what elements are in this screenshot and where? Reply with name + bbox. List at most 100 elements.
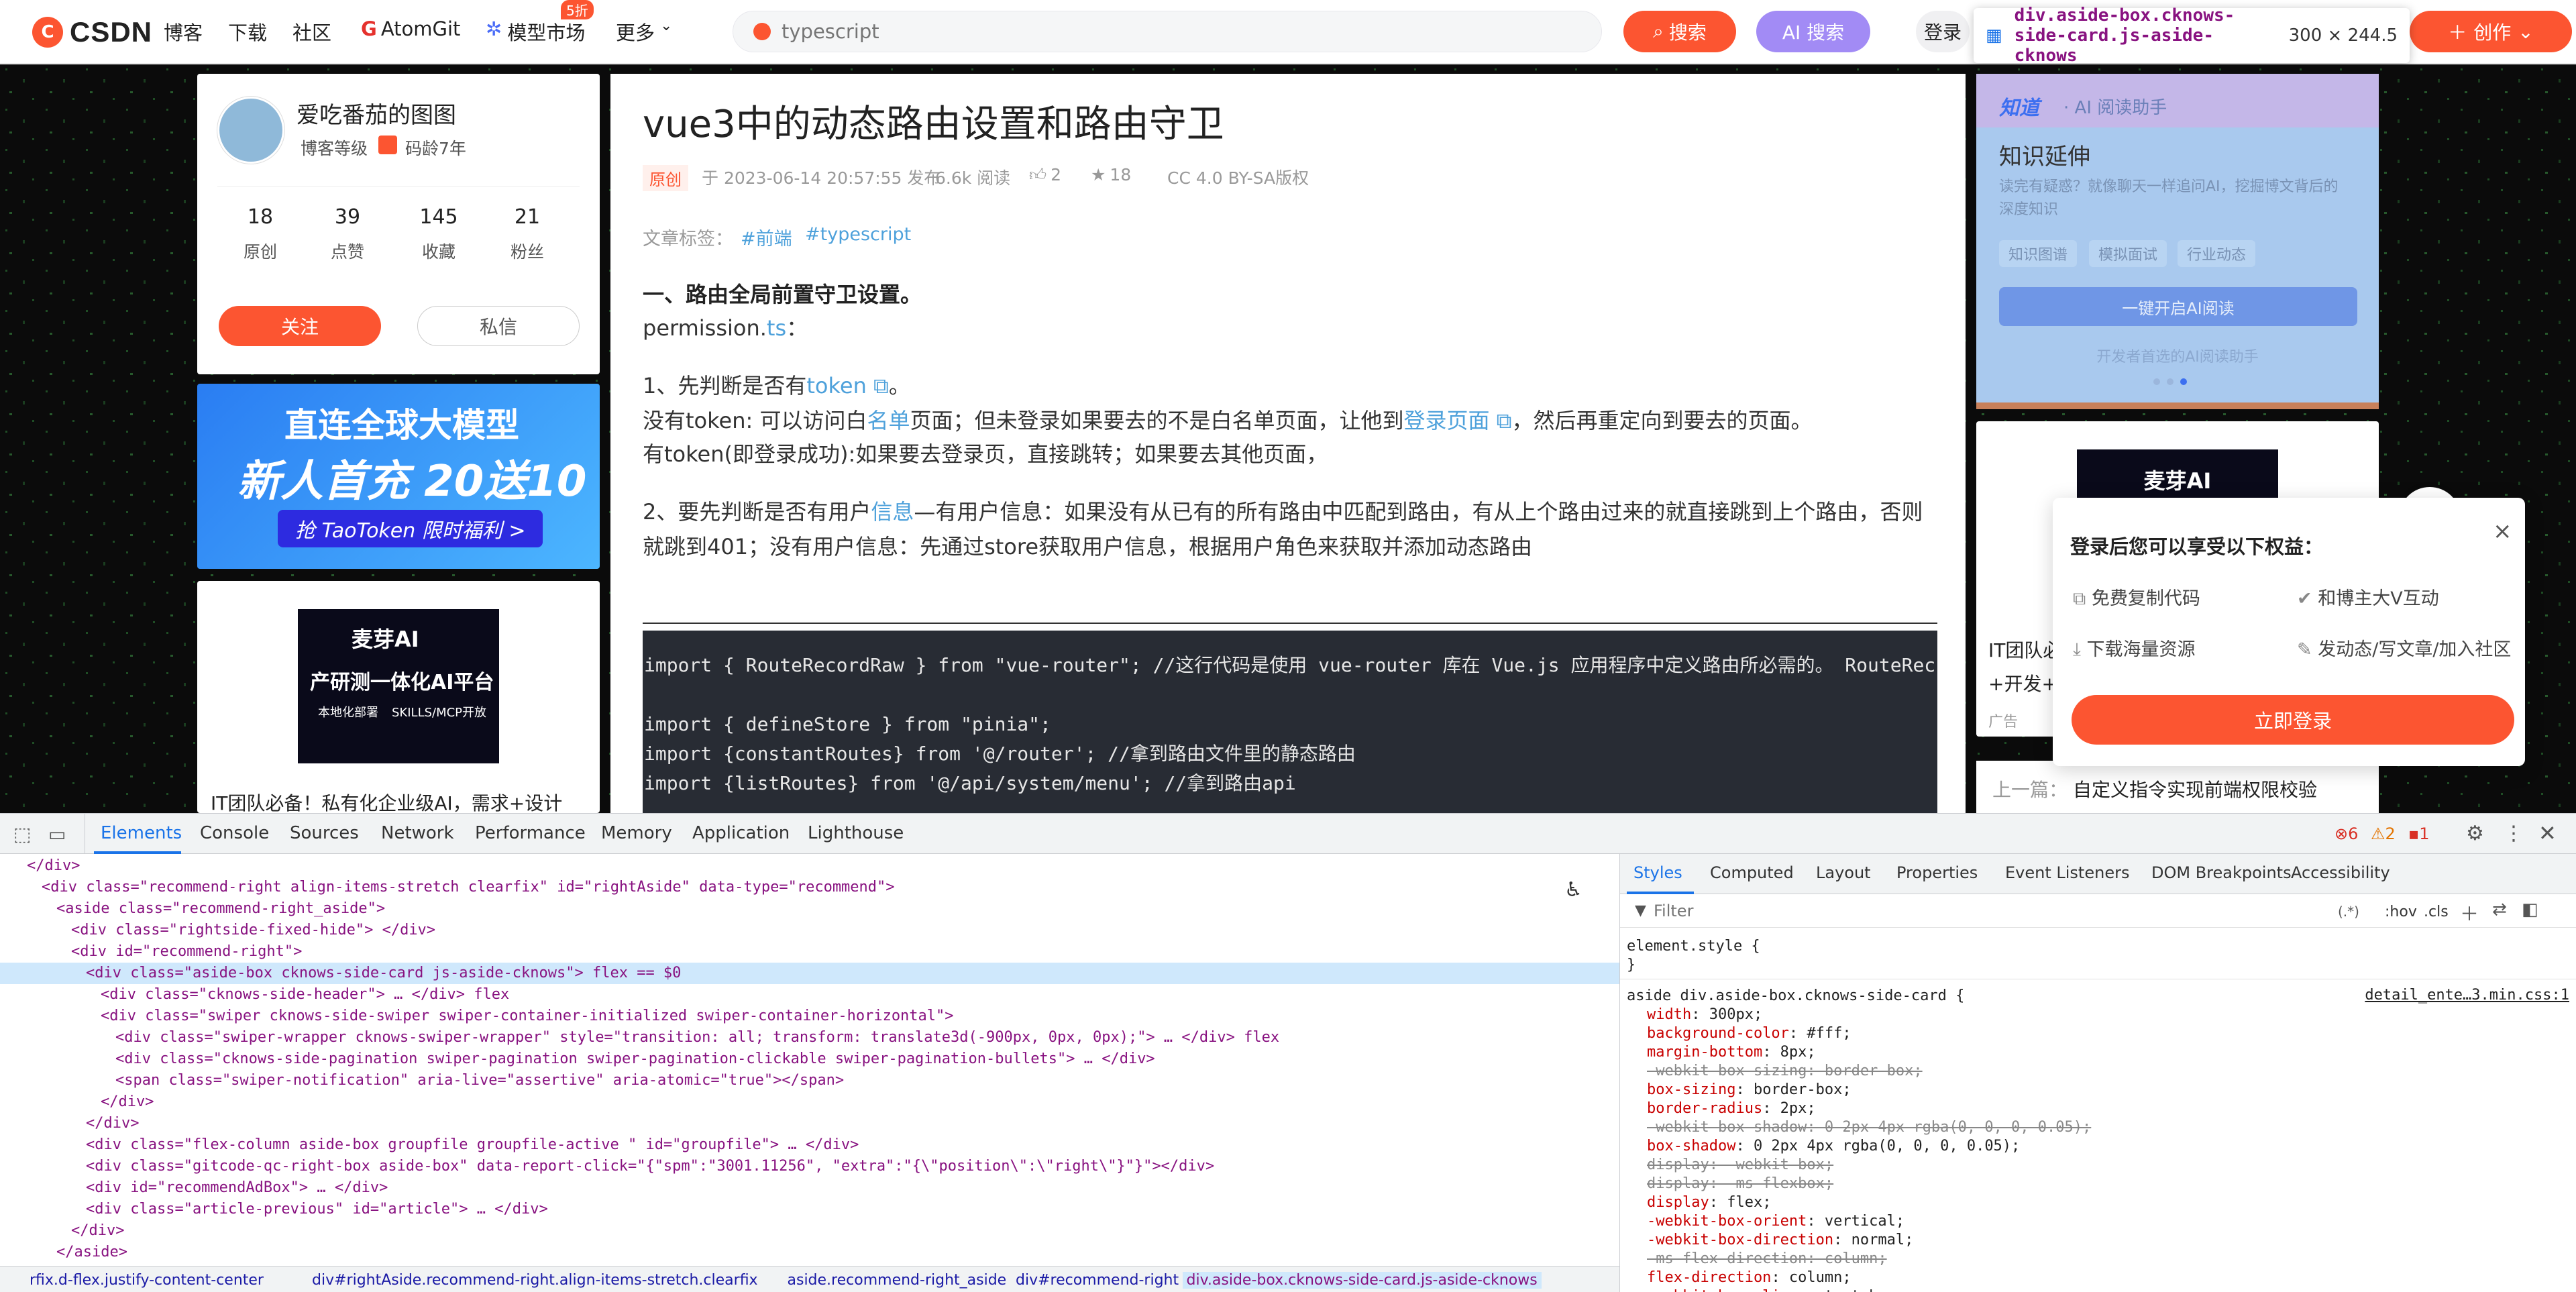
more-options-icon[interactable]: ⋮ — [2504, 822, 2524, 845]
file-ext-link[interactable]: ts — [767, 315, 786, 341]
dom-tree[interactable]: </div> <div class="recommend-right align-… — [0, 854, 1619, 1266]
search-input[interactable] — [782, 20, 1519, 43]
nav-community[interactable]: 社区 — [292, 17, 331, 46]
css-property[interactable]: -webkit-box-direction: normal; — [1647, 1231, 1913, 1250]
tab-dom-breakpoints[interactable]: DOM Breakpoints — [2151, 863, 2292, 882]
login-button[interactable]: 登录 — [1916, 11, 1970, 52]
error-count[interactable]: ⊗6 — [2334, 824, 2358, 843]
css-property[interactable]: background-color: #fff; — [1647, 1024, 1851, 1043]
whitelist-link[interactable]: 名单 — [867, 408, 910, 433]
css-property[interactable]: border-radius: 2px; — [1647, 1099, 1816, 1118]
dom-node[interactable]: </div> — [0, 1113, 139, 1134]
login-page-link[interactable]: 登录页面 — [1403, 408, 1489, 433]
zhidao-chip-graph[interactable]: 知识图谱 — [1999, 240, 2078, 267]
css-property[interactable]: flex-direction: column; — [1647, 1269, 1851, 1287]
prev-article-title[interactable]: 自定义指令实现前端权限校验 — [2073, 775, 2317, 802]
sidebar-toggle-icon[interactable]: ◧ — [2522, 900, 2538, 920]
code-block[interactable]: import { RouteRecordRaw } from "vue-rout… — [643, 631, 1937, 813]
message-button[interactable]: 私信 — [417, 306, 580, 346]
pagination-dot-active[interactable] — [2180, 378, 2187, 385]
tab-lighthouse[interactable]: Lighthouse — [808, 823, 904, 843]
css-property[interactable]: -webkit-box-sizing: border-box; — [1647, 1062, 1923, 1081]
dom-node[interactable]: <div class="cknows-side-pagination swipe… — [0, 1048, 1155, 1070]
dom-node[interactable]: <div id="recommendAdBox"> … </div> — [0, 1177, 388, 1199]
dom-node[interactable]: </div> — [0, 855, 80, 877]
dom-node[interactable]: <div class="gitcode-qc-right-box aside-b… — [0, 1156, 1214, 1177]
hov-toggle[interactable]: :hov — [2385, 904, 2417, 920]
nav-download[interactable]: 下载 — [228, 17, 267, 46]
tag-typescript[interactable]: #typescript — [805, 224, 911, 245]
breadcrumb-item[interactable]: aside.recommend-right_aside — [788, 1272, 1007, 1289]
css-property[interactable]: display: flex; — [1647, 1193, 1771, 1212]
breadcrumb-item[interactable]: div.aside-box.cknows-side-card.js-aside-… — [1182, 1272, 1542, 1289]
dom-node[interactable]: <div class="swiper cknows-side-swiper sw… — [0, 1006, 954, 1027]
info-count[interactable]: ▪1 — [2408, 824, 2430, 843]
toggle-computed-icon[interactable]: ⇄ — [2492, 900, 2507, 920]
element-style-rule[interactable]: element.style { — [1627, 937, 1760, 956]
close-icon[interactable]: × — [2493, 518, 2512, 545]
prev-article[interactable]: 上一篇： 自定义指令实现前端权限校验 — [1976, 761, 2379, 813]
dom-node[interactable]: <div id="recommend-right"> — [0, 941, 302, 963]
like-count[interactable]: 👍︎ 2 — [1029, 165, 1061, 185]
dom-node[interactable]: <div class="swiper-wrapper cknows-swiper… — [0, 1027, 1279, 1048]
close-devtools-icon[interactable]: ✕ — [2538, 820, 2557, 846]
dom-node[interactable]: </div> — [0, 1091, 154, 1113]
login-now-button[interactable]: 立即登录 — [2072, 695, 2514, 745]
styles-filter-input[interactable] — [1654, 900, 2056, 922]
rule-source-link[interactable]: detail_ente…3.min.css:1 — [2365, 987, 2569, 1004]
tab-layout[interactable]: Layout — [1816, 863, 1871, 882]
tag-frontend[interactable]: #前端 — [741, 224, 792, 250]
search-box[interactable] — [733, 11, 1602, 52]
css-property[interactable]: box-shadow: 0 2px 4px rgba(0, 0, 0, 0.05… — [1647, 1137, 2020, 1156]
css-property[interactable]: margin-bottom: 8px; — [1647, 1043, 1816, 1062]
dom-node[interactable]: <aside class="recommend-right_aside"> — [0, 898, 385, 920]
tab-console[interactable]: Console — [200, 823, 269, 843]
pagination-dot[interactable] — [2167, 378, 2174, 385]
cls-toggle[interactable]: .cls — [2424, 904, 2449, 920]
css-property[interactable]: -ms-flex-direction: column; — [1647, 1250, 1887, 1269]
inspect-element-icon[interactable]: ⬚ — [13, 823, 31, 845]
dom-node[interactable]: <div class="cknows-side-header"> … </div… — [0, 984, 509, 1006]
tab-event-listeners[interactable]: Event Listeners — [2005, 863, 2129, 882]
accessibility-icon[interactable]: ♿︎ — [1564, 878, 1582, 902]
license[interactable]: CC 4.0 BY-SA版权 — [1167, 165, 1309, 189]
css-property[interactable]: display: -ms-flexbox; — [1647, 1175, 1833, 1193]
regex-icon[interactable]: (.*) — [2338, 904, 2359, 920]
tab-styles[interactable]: Styles — [1633, 863, 1682, 882]
dom-node[interactable]: <span class="swiper-notification" aria-l… — [0, 1070, 844, 1091]
ai-search-button[interactable]: AI 搜索 — [1756, 11, 1870, 52]
nav-model-market[interactable]: ✲ 模型市场 — [486, 17, 585, 46]
nav-atomgit[interactable]: G AtomGit — [361, 17, 460, 40]
create-button[interactable]: ＋ 创作 ⌄ — [2410, 11, 2572, 52]
tab-sources[interactable]: Sources — [290, 823, 359, 843]
new-rule-plus-icon[interactable]: ＋ — [2460, 900, 2479, 926]
css-property[interactable]: display: -webkit-box; — [1647, 1156, 1833, 1175]
dom-node[interactable]: </div> — [0, 1220, 124, 1242]
tab-properties[interactable]: Properties — [1896, 863, 1978, 882]
avatar[interactable] — [217, 97, 284, 164]
dom-node[interactable]: <div class="article-previous" id="articl… — [0, 1199, 548, 1220]
taotoken-banner-ad[interactable]: 直连全球大模型 新人首充 20送10 抢 TaoToken 限时福利 > — [197, 384, 600, 569]
zhidao-chip-industry[interactable]: 行业动态 — [2178, 240, 2256, 267]
warning-count[interactable]: ⚠2 — [2371, 824, 2396, 843]
tab-computed[interactable]: Computed — [1710, 863, 1794, 882]
maiya-ad-card[interactable]: 麦芽AI 产研测一体化AI平台 本地化部署 SKILLS/MCP开放 IT团队必… — [197, 581, 600, 814]
tab-network[interactable]: Network — [381, 823, 454, 843]
tab-accessibility[interactable]: Accessibility — [2291, 863, 2390, 882]
dom-node-selected[interactable]: <div class="aside-box cknows-side-card j… — [0, 963, 1619, 984]
css-property[interactable]: width: 300px; — [1647, 1006, 1762, 1024]
dom-node[interactable]: <div class="rightside-fixed-hide"> </div… — [0, 920, 435, 941]
breadcrumb-item[interactable]: rfix.d-flex.justify-content-center — [30, 1272, 264, 1289]
breadcrumb-item[interactable]: div#recommend-right — [1016, 1272, 1179, 1289]
breadcrumb-item[interactable]: div#rightAside.recommend-right.align-ite… — [312, 1272, 758, 1289]
device-toolbar-icon[interactable]: ▭ — [48, 823, 66, 845]
dom-node[interactable]: <div class="recommend-right align-items-… — [0, 877, 895, 898]
tab-elements[interactable]: Elements — [101, 823, 182, 843]
tab-application[interactable]: Application — [692, 823, 790, 843]
css-property[interactable]: -webkit-box-orient: vertical; — [1647, 1212, 1904, 1231]
settings-gear-icon[interactable]: ⚙ — [2466, 822, 2484, 845]
tab-performance[interactable]: Performance — [475, 823, 586, 843]
zhidao-cta-button[interactable]: 一键开启AI阅读 — [1999, 287, 2357, 326]
author-name[interactable]: 爱吃番茄的图图 — [297, 97, 456, 129]
pagination-dot[interactable] — [2153, 378, 2160, 385]
